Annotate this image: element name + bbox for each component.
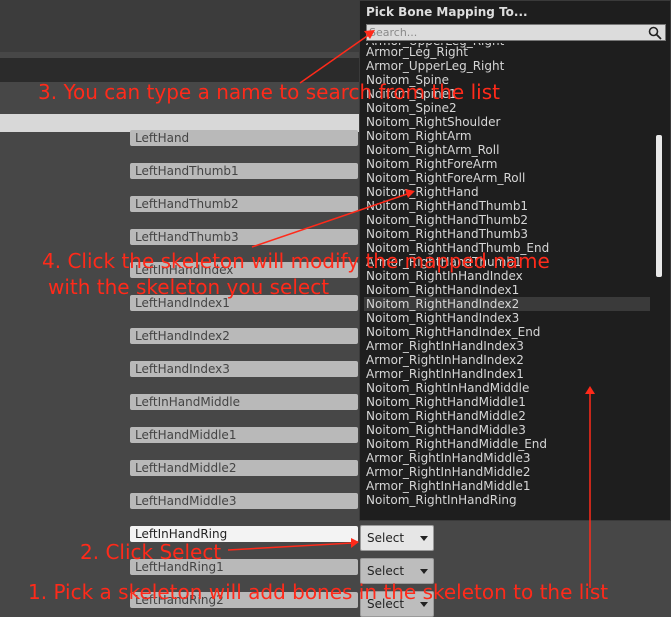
list-item[interactable]: Armor_Leg_Right xyxy=(364,45,650,59)
list-item[interactable]: Noitom_RightHandIndex3 xyxy=(364,311,650,325)
list-item[interactable]: Noitom_RightHandMiddle3 xyxy=(364,423,650,437)
search-icon[interactable] xyxy=(648,26,662,40)
bone-option-list: Armor_UpperLeg_RightArmor_Leg_Right Armor… xyxy=(364,43,650,519)
bone-field: LeftHandIndex2 xyxy=(130,328,358,344)
list-item[interactable]: Armor_RightInHandIndex1 xyxy=(364,367,650,381)
list-item[interactable]: Noitom_RightHandIndex2 xyxy=(364,297,650,311)
bone-field: LeftHandIndex3 xyxy=(130,361,358,377)
search-box[interactable] xyxy=(366,24,666,41)
search-input[interactable] xyxy=(369,25,645,40)
list-item[interactable]: Noitom_RightHandMiddle1 xyxy=(364,395,650,409)
list-item[interactable]: Noitom_RightInHandMiddle xyxy=(364,381,650,395)
select-button[interactable]: Select xyxy=(360,525,434,551)
list-item[interactable]: Noitom_RightArm xyxy=(364,129,650,143)
chevron-down-icon xyxy=(420,569,428,574)
arrow-step2 xyxy=(227,542,353,551)
popup-title: Pick Bone Mapping To... xyxy=(366,5,528,19)
bone-field: LeftHandMiddle3 xyxy=(130,493,358,509)
list-item[interactable]: Armor_RightInHandMiddle2 xyxy=(364,465,650,479)
list-item[interactable]: Armor_RightInHandIndex3 xyxy=(364,339,650,353)
list-item[interactable]: Noitom_RightHandMiddle2 xyxy=(364,409,650,423)
select-button-label: Select xyxy=(367,531,405,545)
list-item[interactable]: Noitom_RightHandMiddle_End xyxy=(364,437,650,451)
list-item[interactable]: Noitom_RightInHandRing xyxy=(364,493,650,507)
annotation-step4-line2: with the skeleton you select xyxy=(48,275,330,299)
annotation-step1: 1. Pick a skeleton will add bones in the… xyxy=(28,580,609,604)
list-scrollbar[interactable] xyxy=(656,135,662,277)
list-item[interactable]: Noitom_RightHand xyxy=(364,185,650,199)
list-item[interactable]: Armor_RightInHandMiddle1 xyxy=(364,479,650,493)
list-item[interactable]: Armor_RightInHandMiddle3 xyxy=(364,451,650,465)
bone-field: LeftHandThumb2 xyxy=(130,196,358,212)
bone-field: LeftHandThumb1 xyxy=(130,163,358,179)
list-item[interactable]: Noitom_RightHandIndex_End xyxy=(364,325,650,339)
annotation-step2: 2. Click Select xyxy=(80,540,222,564)
list-item[interactable]: Noitom_RightHandThumb2 xyxy=(364,213,650,227)
bone-field: LeftInHandMiddle xyxy=(130,394,358,410)
list-item[interactable]: Armor_UpperLeg_Right xyxy=(364,59,650,73)
list-item[interactable]: Noitom_RightForeArm_Roll xyxy=(364,171,650,185)
bone-field: LeftHandMiddle1 xyxy=(130,427,358,443)
list-item[interactable]: Noitom_RightForeArm xyxy=(364,157,650,171)
list-item[interactable]: Noitom_RightHandIndex1 xyxy=(364,283,650,297)
list-item[interactable]: Noitom_RightShoulder xyxy=(364,115,650,129)
bone-field: LeftHandThumb3 xyxy=(130,229,358,245)
chevron-down-icon xyxy=(420,536,428,541)
annotation-step4-line1: 4. Click the skeleton will modify the ma… xyxy=(42,249,550,273)
list-item[interactable]: Noitom_RightHandThumb3 xyxy=(364,227,650,241)
annotation-step3: 3. You can type a name to search from th… xyxy=(38,80,500,104)
list-item[interactable]: Noitom_RightHandThumb1 xyxy=(364,199,650,213)
bone-field: LeftHandMiddle2 xyxy=(130,460,358,476)
list-item[interactable]: Noitom_RightArm_Roll xyxy=(364,143,650,157)
list-item[interactable]: Armor_RightInHandIndex2 xyxy=(364,353,650,367)
bone-field: LeftHand xyxy=(130,130,358,146)
select-button-label: Select xyxy=(367,564,405,578)
